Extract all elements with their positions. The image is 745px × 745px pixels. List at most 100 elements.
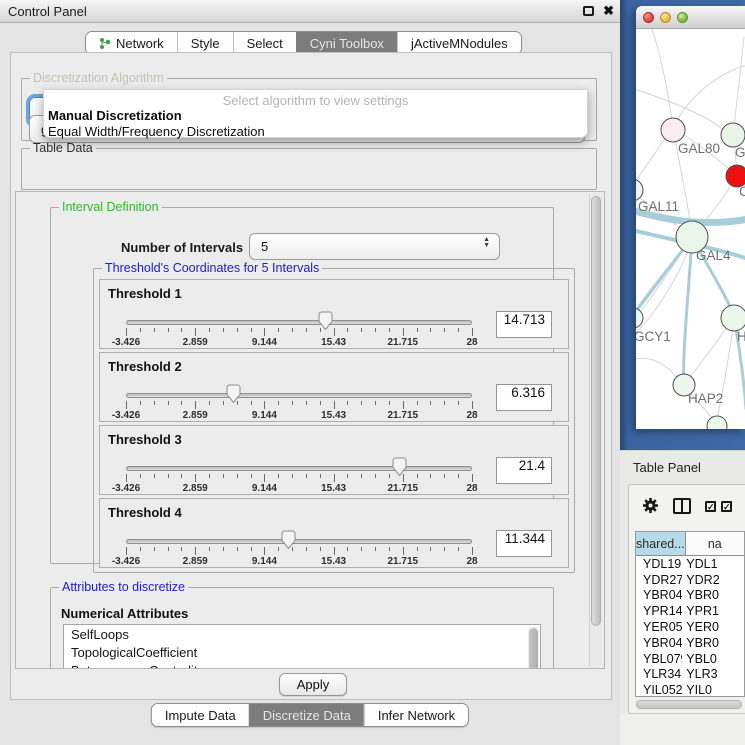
slider-tick (375, 547, 376, 551)
slider-tick (472, 547, 473, 555)
slider-tick (126, 401, 127, 409)
slider-thumb[interactable] (392, 457, 407, 477)
slider-track[interactable] (126, 466, 472, 471)
attribute-item-topologicalcoefficient[interactable]: TopologicalCoefficient (64, 643, 540, 661)
threshold-label: Threshold 2 (108, 359, 182, 374)
table-cell[interactable]: YPR1 (682, 604, 744, 618)
minimize-traffic-light[interactable] (660, 12, 671, 23)
slider-tick (264, 547, 265, 555)
network-node-ga[interactable] (721, 123, 745, 147)
slider-tick (375, 401, 376, 405)
slider-track[interactable] (126, 320, 472, 325)
slider-tick (292, 401, 293, 405)
table-horizontal-scrollbar[interactable] (635, 699, 744, 710)
close-traffic-light[interactable] (643, 12, 654, 23)
settings-vertical-scrollbar[interactable] (589, 194, 602, 666)
slider-thumb[interactable] (281, 530, 296, 550)
gear-icon[interactable] (642, 497, 659, 514)
slider-track[interactable] (126, 539, 472, 544)
numerical-attributes-label: Numerical Attributes (61, 606, 188, 621)
table-cell[interactable]: YIL052C (636, 683, 682, 696)
slider-thumb[interactable] (318, 311, 333, 331)
slider-tick-label: 28 (466, 556, 477, 567)
table-row[interactable]: YBR043CYBR0 (636, 588, 744, 604)
table-cell[interactable]: YPR145W (636, 604, 682, 618)
slider-tick (195, 401, 196, 409)
apply-button[interactable]: Apply (279, 673, 347, 696)
slider-tick (403, 547, 404, 555)
table-row[interactable]: YER054CYER0 (636, 619, 744, 635)
table-cell[interactable]: YER0 (682, 620, 744, 634)
slider-tick (264, 328, 265, 336)
bottom-tabbar: Impute DataDiscretize DataInfer Network (151, 703, 469, 727)
network-canvas[interactable]: GAL80GACGAL11GAL4GCY1HHAP2 (636, 29, 745, 429)
table-row[interactable]: YDL19...YDL1 (636, 556, 744, 572)
slider-tick (361, 547, 362, 551)
network-node-gal80[interactable] (661, 118, 685, 142)
table-cell[interactable]: YBR0 (682, 588, 744, 602)
table-cell[interactable]: YDL1 (682, 557, 744, 571)
network-node[interactable] (707, 416, 727, 429)
slider-tick (251, 401, 252, 405)
threshold-value-input[interactable]: 11.344 (496, 530, 552, 557)
cyni-toolbox-content: Discretization Algorithm ▲▼ Select algor… (10, 52, 612, 700)
network-node-gal11[interactable] (636, 179, 643, 201)
table-cell[interactable]: YBR0 (682, 636, 744, 650)
network-node-h[interactable] (721, 305, 745, 331)
column-header-shared[interactable]: shared... (636, 532, 686, 555)
table-cell[interactable]: YDL19... (636, 557, 682, 571)
column-header-na[interactable]: na (686, 532, 744, 555)
tab-select[interactable]: Select (233, 32, 296, 54)
table-row[interactable]: YLR345WYLR3 (636, 667, 744, 683)
table-cell[interactable]: YER054C (636, 620, 682, 634)
attribute-item-betweennesscentrality[interactable]: BetweennessCentrality (64, 661, 540, 669)
attribute-item-selfloops[interactable]: SelfLoops (64, 625, 540, 643)
table-cell[interactable]: YBL0 (682, 652, 744, 666)
threshold-value-input[interactable]: 21.4 (496, 457, 552, 484)
slider-thumb[interactable] (226, 384, 241, 404)
slider-tick (278, 328, 279, 332)
checkbox-icon-1[interactable]: ✓ (705, 501, 716, 512)
table-cell[interactable]: YDR27... (636, 573, 682, 587)
table-cell[interactable]: YBL079W (636, 652, 682, 666)
bottom-tab-infer-network[interactable]: Infer Network (364, 704, 468, 726)
network-node-gcy1[interactable] (636, 308, 643, 328)
slider-track[interactable] (126, 393, 472, 398)
network-node-label: GAL80 (678, 141, 720, 156)
slider-tick (389, 547, 390, 551)
slider-tick (168, 401, 169, 405)
table-cell[interactable]: YDR2 (682, 573, 744, 587)
checkbox-icon-2[interactable]: ✓ (721, 501, 732, 512)
dropdown-option-manual-discretization[interactable]: Manual Discretization (44, 108, 587, 124)
table-row[interactable]: YPR145WYPR1 (636, 603, 744, 619)
slider-tick (168, 547, 169, 551)
table-cell[interactable]: YBR045C (636, 636, 682, 650)
table-cell[interactable]: YLR345W (636, 667, 682, 681)
table-cell[interactable]: YLR3 (682, 667, 744, 681)
tab-network[interactable]: Network (86, 32, 177, 54)
slider-tick (306, 547, 307, 551)
dropdown-option-equal-width-frequency-discretization[interactable]: Equal Width/Frequency Discretization (44, 124, 587, 140)
tab-cyni-toolbox[interactable]: Cyni Toolbox (296, 32, 397, 54)
table-row[interactable]: YDR27...YDR2 (636, 572, 744, 588)
table-cell[interactable]: YBR043C (636, 588, 682, 602)
table-row[interactable]: YBL079WYBL0 (636, 651, 744, 667)
tab-jactivemnodules[interactable]: jActiveMNodules (397, 32, 521, 54)
attributes-scrollbar[interactable] (528, 627, 539, 669)
split-columns-icon[interactable] (673, 498, 691, 514)
table-row[interactable]: YIL052CYIL0 (636, 682, 744, 696)
slider-tick-label: 9.144 (252, 337, 277, 348)
threshold-value-input[interactable]: 6.316 (496, 384, 552, 411)
slider-tick (334, 474, 335, 482)
tab-style[interactable]: Style (177, 32, 233, 54)
table-row[interactable]: YBR045CYBR0 (636, 635, 744, 651)
table-cell[interactable]: YIL0 (682, 683, 744, 696)
zoom-traffic-light[interactable] (677, 12, 688, 23)
threshold-label: Threshold 1 (108, 286, 182, 301)
float-window-icon[interactable] (583, 6, 594, 16)
threshold-value-input[interactable]: 14.713 (496, 311, 552, 338)
close-icon[interactable]: ✖ (603, 3, 614, 19)
bottom-tab-impute-data[interactable]: Impute Data (152, 704, 249, 726)
bottom-tab-discretize-data[interactable]: Discretize Data (249, 704, 364, 726)
number-of-intervals-combobox[interactable]: 5 ▲▼ (249, 233, 500, 260)
